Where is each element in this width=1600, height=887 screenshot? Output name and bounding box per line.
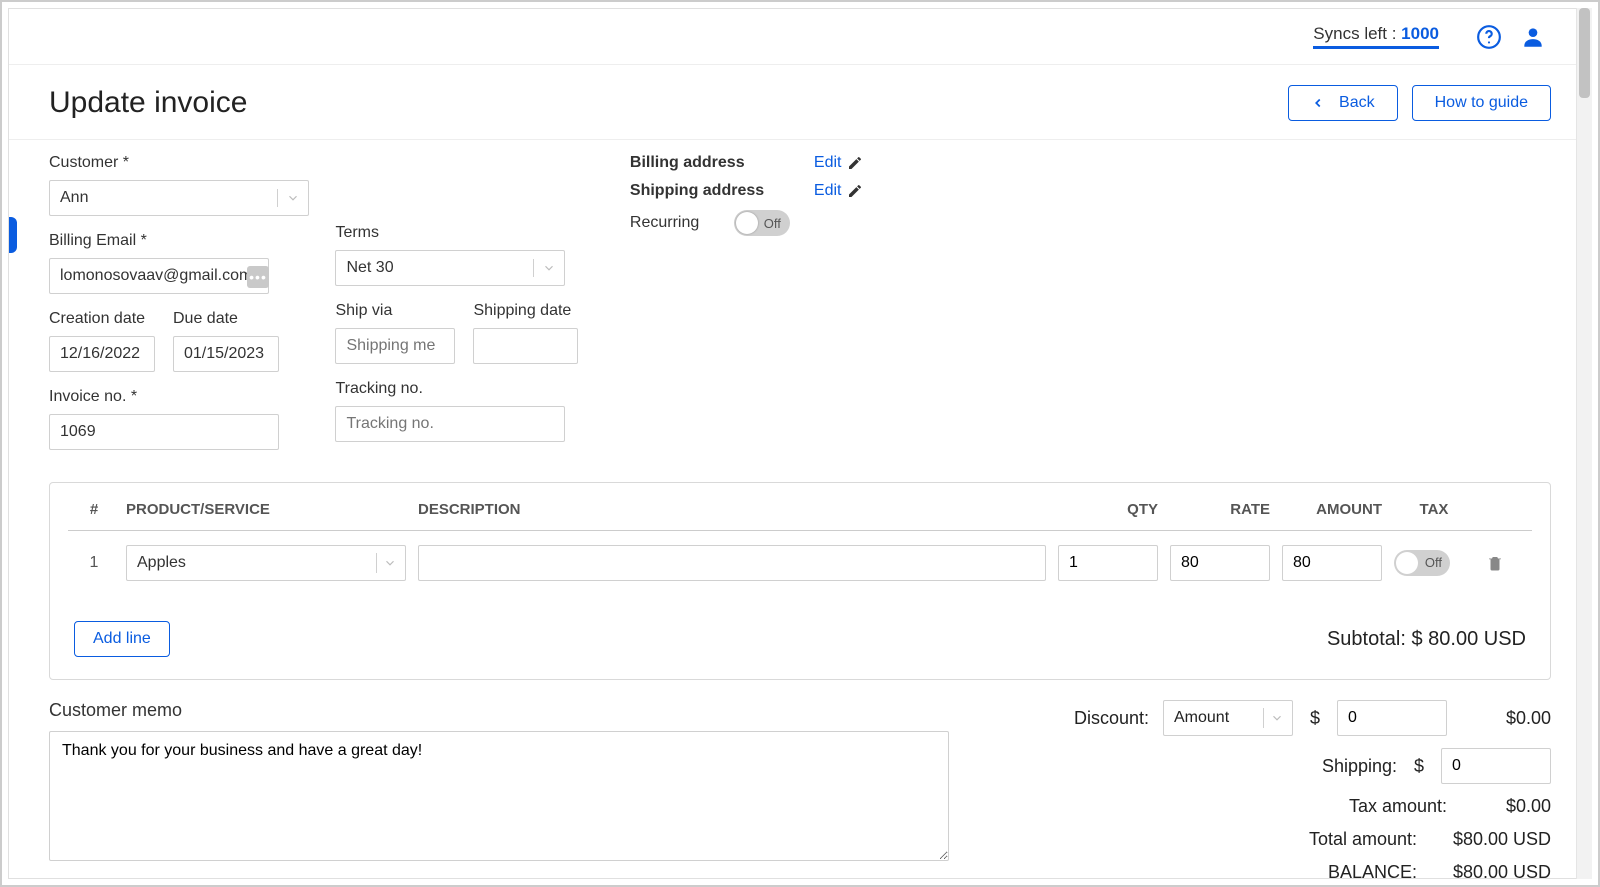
shipping-value-input[interactable] (1441, 748, 1551, 784)
billing-address-edit[interactable]: Edit (814, 154, 864, 172)
customer-label: Customer * (49, 154, 309, 172)
col-product: PRODUCT/SERVICE (126, 501, 406, 518)
chevron-down-icon (383, 556, 397, 570)
back-button-label: Back (1339, 94, 1375, 112)
page-title: Update invoice (49, 86, 247, 120)
shipping-address-label: Shipping address (630, 182, 790, 200)
top-bar: Syncs left : 1000 (9, 9, 1591, 65)
memo-label: Customer memo (49, 700, 949, 721)
subtotal: Subtotal: $ 80.00 USD (1327, 628, 1526, 651)
total-amount-value: $80.00 USD (1431, 829, 1551, 850)
line-rate-input[interactable] (1170, 545, 1270, 581)
tax-amount-label: Tax amount: (1349, 796, 1447, 817)
billing-address-label: Billing address (630, 154, 790, 172)
syncs-left: Syncs left : 1000 (1313, 24, 1439, 49)
subtotal-value: $ 80.00 USD (1411, 628, 1526, 650)
chevron-left-icon (1311, 96, 1325, 110)
line-tax-state: Off (1425, 555, 1442, 570)
balance-label: BALANCE: (1328, 862, 1417, 879)
delete-line-icon[interactable] (1486, 554, 1526, 572)
discount-type-value: Amount (1174, 709, 1229, 727)
ship-via-label: Ship via (335, 302, 455, 320)
recurring-label: Recurring (630, 214, 710, 232)
invoice-no-input[interactable] (49, 414, 279, 450)
recurring-toggle[interactable]: Off (734, 210, 790, 236)
tax-amount-value: $0.00 (1461, 796, 1551, 817)
chevron-down-icon (286, 191, 300, 205)
billing-email-label: Billing Email * (49, 232, 309, 250)
how-to-guide-button[interactable]: How to guide (1412, 85, 1551, 121)
pencil-icon (847, 183, 863, 199)
chevron-down-icon (542, 261, 556, 275)
creation-date-input[interactable] (49, 336, 155, 372)
line-description-input[interactable] (418, 545, 1046, 581)
line-product-value: Apples (137, 554, 186, 572)
shipping-date-label: Shipping date (473, 302, 578, 320)
dollar-sign: $ (1307, 708, 1323, 729)
discount-type-select[interactable]: Amount (1163, 700, 1293, 736)
discount-value-input[interactable] (1337, 700, 1447, 736)
discount-label: Discount: (1074, 708, 1149, 729)
line-number: 1 (74, 554, 114, 572)
page-header: Update invoice Back How to guide (9, 65, 1591, 140)
col-amount: AMOUNT (1282, 501, 1382, 518)
line-item-row: 1 Apples Off (68, 531, 1532, 581)
line-amount-input[interactable] (1282, 545, 1382, 581)
col-rate: RATE (1170, 501, 1270, 518)
vertical-scrollbar[interactable] (1576, 8, 1592, 879)
customer-value: Ann (60, 189, 88, 207)
line-product-select[interactable]: Apples (126, 545, 406, 581)
how-to-guide-label: How to guide (1435, 94, 1528, 112)
back-button[interactable]: Back (1288, 85, 1398, 121)
discount-total: $0.00 (1461, 708, 1551, 729)
more-icon[interactable]: ••• (247, 266, 269, 288)
add-line-button[interactable]: Add line (74, 621, 170, 657)
shipping-address-edit[interactable]: Edit (814, 182, 864, 200)
total-amount-label: Total amount: (1309, 829, 1417, 850)
line-qty-input[interactable] (1058, 545, 1158, 581)
col-qty: QTY (1058, 501, 1158, 518)
customer-select[interactable]: Ann (49, 180, 309, 216)
pencil-icon (847, 155, 863, 171)
col-desc: DESCRIPTION (418, 501, 1046, 518)
syncs-left-label: Syncs left : (1313, 24, 1401, 43)
memo-textarea[interactable] (49, 731, 949, 861)
syncs-left-count: 1000 (1401, 24, 1439, 43)
dollar-sign: $ (1411, 756, 1427, 777)
ship-via-input[interactable] (335, 328, 455, 364)
creation-date-label: Creation date (49, 310, 155, 328)
due-date-label: Due date (173, 310, 279, 328)
tracking-no-label: Tracking no. (335, 380, 595, 398)
line-tax-toggle[interactable]: Off (1394, 550, 1450, 576)
shipping-label: Shipping: (1322, 756, 1397, 777)
user-icon[interactable] (1511, 15, 1555, 59)
shipping-date-input[interactable] (473, 328, 578, 364)
tracking-no-input[interactable] (335, 406, 565, 442)
recurring-toggle-state: Off (764, 216, 781, 231)
terms-value: Net 30 (346, 259, 393, 277)
terms-label: Terms (335, 224, 595, 242)
balance-value: $80.00 USD (1431, 862, 1551, 879)
col-tax: TAX (1394, 501, 1474, 518)
terms-select[interactable]: Net 30 (335, 250, 565, 286)
billing-email-input[interactable] (49, 258, 269, 294)
chevron-down-icon (1270, 711, 1284, 725)
due-date-input[interactable] (173, 336, 279, 372)
invoice-no-label: Invoice no. * (49, 388, 309, 406)
col-num: # (74, 501, 114, 518)
help-icon[interactable] (1467, 15, 1511, 59)
line-items-panel: # PRODUCT/SERVICE DESCRIPTION QTY RATE A… (49, 482, 1551, 680)
